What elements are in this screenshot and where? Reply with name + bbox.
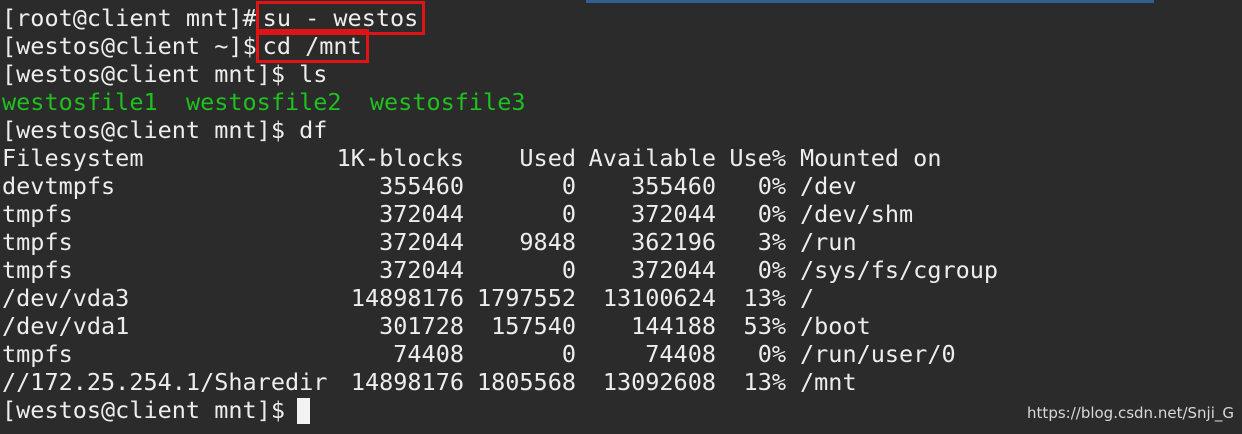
df-available: 372044 [631,256,716,284]
df-use-percent: 0% [757,172,786,200]
command-text: ls [299,60,328,88]
df-header-mounted-on: Mounted on [800,144,942,172]
terminal-output[interactable]: [root@client mnt]# su - westos [westos@cl… [2,1,1238,424]
df-available: 74408 [645,340,716,368]
shell-prompt: [root@client mnt]# [2,4,257,32]
df-use-percent: 53% [743,312,786,340]
df-filesystem: tmpfs [2,340,73,368]
df-row: tmpfs 372044 9848 362196 3% /run [2,228,1238,256]
df-mount-point: /dev/shm [800,200,914,228]
shell-prompt: [westos@client ~]$ [2,32,257,60]
df-blocks: 372044 [379,228,464,256]
df-use-percent: 13% [743,368,786,396]
df-filesystem: //172.25.254.1/Sharedir [2,368,328,396]
df-row: /dev/vda3 14898176 1797552 13100624 13% … [2,284,1238,312]
df-blocks: 14898176 [350,284,464,312]
df-used: 0 [561,340,576,368]
df-blocks: 301728 [379,312,464,340]
df-row: /dev/vda1 301728 157540 144188 53% /boot [2,312,1238,340]
file-name: westosfile2 [185,88,342,116]
command-line: [westos@client mnt]$ ls [2,60,1238,88]
df-use-percent: 13% [743,284,786,312]
df-use-percent: 0% [757,340,786,368]
df-header-blocks: 1K-blocks [336,144,464,172]
highlighted-command: su - westos [255,1,426,35]
file-name: westosfile1 [2,88,158,116]
df-blocks: 355460 [379,172,464,200]
df-row: devtmpfs 355460 0 355460 0% /dev [2,172,1238,200]
df-mount-point: /dev [800,172,857,200]
df-filesystem: tmpfs [2,256,73,284]
df-mount-point: /run/user/0 [800,340,956,368]
df-mount-point: /boot [800,312,871,340]
df-mount-point: / [800,284,815,312]
df-use-percent: 0% [757,256,786,284]
df-available: 13092608 [602,368,716,396]
df-blocks: 372044 [379,256,464,284]
shell-prompt: [westos@client mnt]$ [2,116,285,144]
df-filesystem: /dev/vda1 [2,312,130,340]
df-available: 13100624 [602,284,716,312]
df-blocks: 372044 [379,200,464,228]
df-available: 144188 [631,312,716,340]
df-mount-point: /run [800,228,857,256]
df-header-available: Available [588,144,716,172]
command-line: [root@client mnt]# su - westos [2,1,1238,35]
df-filesystem: devtmpfs [2,172,116,200]
text-cursor [296,398,310,424]
df-row: tmpfs 74408 0 74408 0% /run/user/0 [2,340,1238,368]
df-mount-point: /mnt [800,368,857,396]
ls-output: westosfile1 westosfile2 westosfile3 [2,88,1238,116]
df-use-percent: 3% [757,228,786,256]
shell-prompt: [westos@client mnt]$ [2,396,285,424]
df-blocks: 74408 [393,340,464,368]
df-row: //172.25.254.1/Sharedir 14898176 1805568… [2,368,1238,396]
df-available: 372044 [631,200,716,228]
df-used: 0 [561,172,576,200]
df-used: 1805568 [476,368,576,396]
command-text: df [299,116,328,144]
command-line: [westos@client ~]$ cd /mnt [2,29,1238,63]
df-header-use-percent: Use% [729,144,786,172]
df-used: 9848 [519,228,576,256]
df-header-row: Filesystem 1K-blocks Used Available Use%… [2,144,1238,172]
df-used: 157540 [491,312,576,340]
window-accent-bar [586,0,1154,3]
df-header-used: Used [519,144,576,172]
df-used: 1797552 [476,284,576,312]
df-available: 362196 [631,228,716,256]
df-used: 0 [561,256,576,284]
watermark: https://blog.csdn.net/Snji_G [1027,404,1234,422]
shell-prompt: [westos@client mnt]$ [2,60,285,88]
df-filesystem: tmpfs [2,228,73,256]
df-row: tmpfs 372044 0 372044 0% /dev/shm [2,200,1238,228]
df-available: 355460 [631,172,716,200]
command-line: [westos@client mnt]$ df [2,116,1238,144]
df-blocks: 14898176 [350,368,464,396]
file-name: westosfile3 [369,88,526,116]
highlighted-command: cd /mnt [255,29,369,63]
df-used: 0 [561,200,576,228]
df-use-percent: 0% [757,200,786,228]
df-mount-point: /sys/fs/cgroup [800,256,999,284]
df-filesystem: /dev/vda3 [2,284,130,312]
df-header-filesystem: Filesystem [2,144,144,172]
df-filesystem: tmpfs [2,200,73,228]
df-row: tmpfs 372044 0 372044 0% /sys/fs/cgroup [2,256,1238,284]
